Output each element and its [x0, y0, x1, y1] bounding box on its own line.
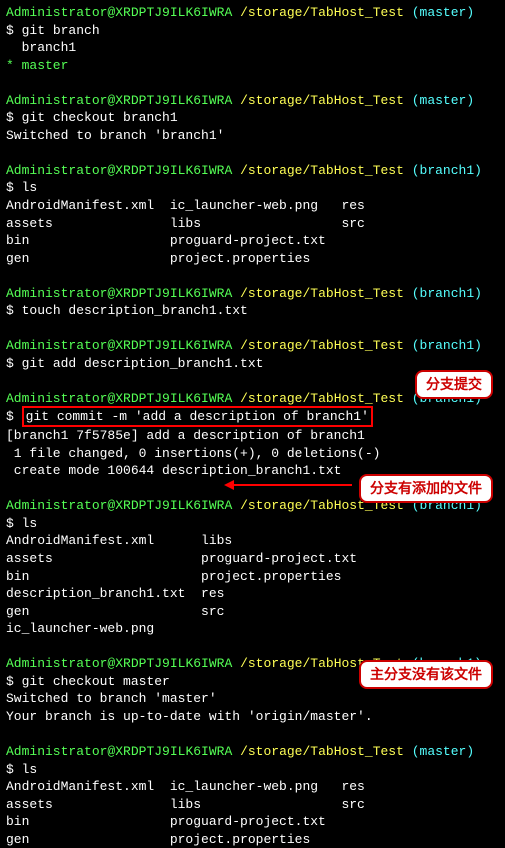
output-line: 1 file changed, 0 insertions(+), 0 delet…: [6, 445, 499, 463]
prompt-line: Administrator@XRDPTJ9ILK6IWRA /storage/T…: [6, 337, 499, 355]
command-line[interactable]: $ git checkout branch1: [6, 109, 499, 127]
output-line: assets libs src: [6, 796, 499, 814]
callout-master-no-file: 主分支没有该文件: [359, 660, 493, 689]
output-line: ic_launcher-web.png: [6, 620, 499, 638]
prompt-line: Administrator@XRDPTJ9ILK6IWRA /storage/T…: [6, 92, 499, 110]
output-line: [branch1 7f5785e] add a description of b…: [6, 427, 499, 445]
command-line[interactable]: $ ls: [6, 761, 499, 779]
output-line: bin proguard-project.txt: [6, 232, 499, 250]
output-line: AndroidManifest.xml ic_launcher-web.png …: [6, 778, 499, 796]
command-line[interactable]: $ ls: [6, 179, 499, 197]
output-line: assets proguard-project.txt: [6, 550, 499, 568]
callout-commit: 分支提交: [415, 370, 493, 399]
output-line: bin project.properties: [6, 568, 499, 586]
highlighted-command: git commit -m 'add a description of bran…: [22, 406, 373, 428]
prompt-line: Administrator@XRDPTJ9ILK6IWRA /storage/T…: [6, 285, 499, 303]
output-line: Switched to branch 'branch1': [6, 127, 499, 145]
output-line: Switched to branch 'master': [6, 690, 499, 708]
command-line[interactable]: $ touch description_branch1.txt: [6, 302, 499, 320]
command-line[interactable]: $ ls: [6, 515, 499, 533]
output-line: Your branch is up-to-date with 'origin/m…: [6, 708, 499, 726]
output-line: * master: [6, 57, 499, 75]
command-line[interactable]: $ git commit -m 'add a description of br…: [6, 408, 499, 428]
command-line[interactable]: $ git branch: [6, 22, 499, 40]
output-line: bin proguard-project.txt: [6, 813, 499, 831]
arrow-icon: [232, 484, 352, 486]
output-line: description_branch1.txt res: [6, 585, 499, 603]
callout-added-file: 分支有添加的文件: [359, 474, 493, 503]
output-line: AndroidManifest.xml ic_launcher-web.png …: [6, 197, 499, 215]
prompt-line: Administrator@XRDPTJ9ILK6IWRA /storage/T…: [6, 4, 499, 22]
output-line: gen src: [6, 603, 499, 621]
output-line: gen project.properties: [6, 831, 499, 848]
output-line: AndroidManifest.xml libs: [6, 532, 499, 550]
prompt-line: Administrator@XRDPTJ9ILK6IWRA /storage/T…: [6, 162, 499, 180]
output-line: gen project.properties: [6, 250, 499, 268]
output-line: assets libs src: [6, 215, 499, 233]
output-line: branch1: [6, 39, 499, 57]
prompt-line: Administrator@XRDPTJ9ILK6IWRA /storage/T…: [6, 743, 499, 761]
